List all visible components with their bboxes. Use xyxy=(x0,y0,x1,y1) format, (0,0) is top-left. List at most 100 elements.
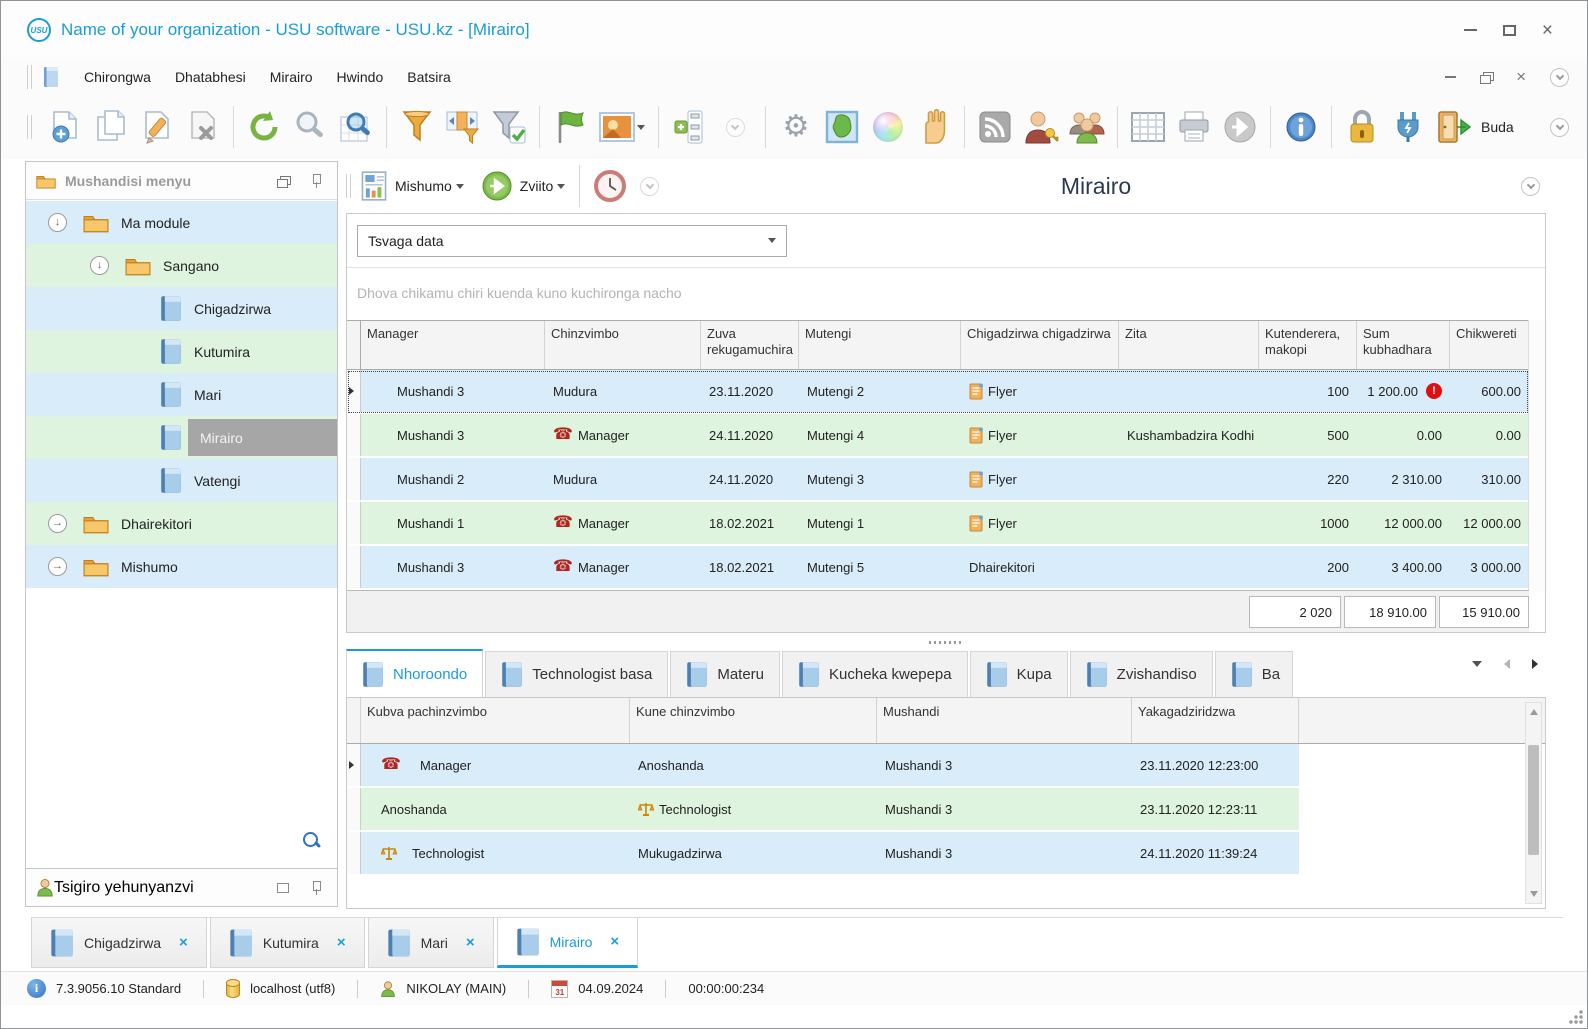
lock-button[interactable] xyxy=(1339,103,1385,151)
table-view-button[interactable] xyxy=(1125,103,1171,151)
column-header[interactable]: Chigadzirwa chigadzirwa xyxy=(961,321,1119,369)
scroll-thumb[interactable] xyxy=(1528,745,1539,855)
expander-expand-icon[interactable]: → xyxy=(48,557,67,576)
delete-record-button[interactable] xyxy=(180,103,226,151)
column-header[interactable]: Yakagadziridzwa xyxy=(1132,698,1299,743)
menu-grip[interactable] xyxy=(27,65,32,89)
tree-node-mari[interactable]: Mari xyxy=(26,373,337,416)
column-header[interactable]: Kune chinzvimbo xyxy=(630,698,877,743)
table-row[interactable]: Mushandi 1 ☎ Manager 18.02.2021 Mutengi 1… xyxy=(347,502,1529,546)
subtoolbar-grip[interactable] xyxy=(346,174,351,198)
menu-batsira[interactable]: Batsira xyxy=(395,63,463,91)
exit-button[interactable]: Buda xyxy=(1431,103,1518,151)
table-row[interactable]: Mushandi 3 ☎ Manager 24.11.2020 Mutengi 4… xyxy=(347,414,1529,458)
tab-technologist-basa[interactable]: Technologist basa xyxy=(485,651,669,697)
refresh-button[interactable] xyxy=(241,103,287,151)
print-button[interactable] xyxy=(1171,103,1217,151)
user-groups-button[interactable] xyxy=(1064,103,1110,151)
column-header[interactable]: Mutengi xyxy=(799,321,961,369)
pan-hand-button[interactable] xyxy=(911,103,957,151)
panel-float-button[interactable] xyxy=(277,175,291,188)
detail-scrollbar[interactable] xyxy=(1525,702,1542,904)
tree-node-ma-module[interactable]: ↓ Ma module xyxy=(26,201,337,244)
filter-button[interactable] xyxy=(394,103,440,151)
settings-button[interactable]: ⚙ xyxy=(773,103,819,151)
plugin-button[interactable] xyxy=(1385,103,1431,151)
column-header[interactable]: Chikwereti xyxy=(1450,321,1529,369)
tree-node-chigadzirwa[interactable]: Chigadzirwa xyxy=(26,287,337,330)
tab-scroll-right-icon[interactable] xyxy=(1532,659,1538,669)
search-combo[interactable]: Tsvaga data xyxy=(357,224,787,257)
tab-materu[interactable]: Materu xyxy=(670,651,781,697)
subtoolbar-overflow-button[interactable] xyxy=(640,176,660,196)
minimize-button[interactable] xyxy=(1463,29,1477,31)
expander-expand-icon[interactable]: → xyxy=(48,514,67,533)
tab-zvishandiso[interactable]: Zvishandiso xyxy=(1069,651,1213,697)
column-header[interactable]: Manager xyxy=(361,321,545,369)
info-button[interactable] xyxy=(1278,103,1324,151)
expander-collapse-icon[interactable]: ↓ xyxy=(48,213,67,232)
resize-grip[interactable] xyxy=(1569,1010,1583,1024)
user-permissions-button[interactable] xyxy=(1018,103,1064,151)
tree-node-kutumira[interactable]: Kutumira xyxy=(26,330,337,373)
splitter-handle[interactable] xyxy=(346,637,1546,647)
tab-nhoroondo[interactable]: Nhoroondo xyxy=(346,649,484,697)
column-header[interactable]: Kutenderera, makopi xyxy=(1259,321,1357,369)
table-row[interactable]: Mushandi 3 ☎ Manager 18.02.2021 Mutengi 5… xyxy=(347,546,1529,590)
tree-node-dhairekitori[interactable]: → Dhairekitori xyxy=(26,502,337,545)
expander-collapse-icon[interactable]: ↓ xyxy=(90,256,109,275)
toolbar-overflow-button[interactable] xyxy=(1550,117,1569,137)
child-restore-button[interactable] xyxy=(1480,72,1495,84)
tab-list-dropdown-icon[interactable] xyxy=(1472,661,1482,667)
child-close-button[interactable]: × xyxy=(1516,68,1526,85)
window-tab-mari[interactable]: Mari × xyxy=(367,918,494,968)
tab-close-icon[interactable]: × xyxy=(610,933,619,950)
menu-mirairo[interactable]: Mirairo xyxy=(258,63,325,91)
maximize-button[interactable] xyxy=(1502,24,1516,36)
panel-pin-button[interactable] xyxy=(311,173,321,188)
navigate-next-button[interactable] xyxy=(1217,103,1263,151)
reports-dropdown[interactable]: Mishumo xyxy=(361,171,464,201)
toolbar-more-button[interactable] xyxy=(712,103,758,151)
panel-pin-button[interactable] xyxy=(311,880,321,895)
window-tab-chigadzirwa[interactable]: Chigadzirwa × xyxy=(31,918,207,968)
menu-overflow-button[interactable] xyxy=(1550,67,1569,87)
copy-record-button[interactable] xyxy=(88,103,134,151)
table-row[interactable]: Mushandi 2 Mudura 24.11.2020 Mutengi 3 F… xyxy=(347,458,1529,502)
tab-truncated[interactable]: Ba xyxy=(1214,651,1293,697)
title-overflow-button[interactable] xyxy=(1521,176,1540,196)
menu-dhatabhesi[interactable]: Dhatabhesi xyxy=(163,63,258,91)
search-button[interactable] xyxy=(287,103,333,151)
window-tab-kutumira[interactable]: Kutumira × xyxy=(209,918,365,968)
column-header[interactable]: Mushandi xyxy=(877,698,1132,743)
row-expand-button[interactable] xyxy=(666,103,712,151)
color-theme-button[interactable] xyxy=(865,103,911,151)
child-minimize-button[interactable] xyxy=(1445,76,1457,78)
filter-apply-button[interactable] xyxy=(486,103,532,151)
tree-search-icon[interactable] xyxy=(303,832,321,850)
tab-close-icon[interactable]: × xyxy=(466,934,475,951)
table-row[interactable]: Mushandi 3 Mudura 23.11.2020 Mutengi 2 F… xyxy=(347,370,1529,414)
tree-node-mishumo[interactable]: → Mishumo xyxy=(26,545,337,588)
close-button[interactable]: × xyxy=(1542,21,1553,40)
tree-node-mirairo-selected[interactable]: Mirairo xyxy=(26,416,337,459)
image-view-button[interactable] xyxy=(593,103,651,151)
new-record-button[interactable] xyxy=(42,103,88,151)
tab-kucheka-kwepepa[interactable]: Kucheka kwepepa xyxy=(782,651,968,697)
table-row[interactable]: Technologist Mukugadzirwa Mushandi 3 24.… xyxy=(347,832,1545,876)
window-tab-mirairo[interactable]: Mirairo × xyxy=(496,918,639,968)
filter-columns-button[interactable] xyxy=(440,103,486,151)
column-header[interactable]: Sum kubhadhara xyxy=(1357,321,1450,369)
table-row[interactable]: Anoshanda Technologist Mushandi 3 23.11.… xyxy=(347,788,1545,832)
scroll-up-icon[interactable] xyxy=(1530,709,1538,715)
tab-kupa[interactable]: Kupa xyxy=(969,651,1068,697)
actions-dropdown[interactable]: Zviito xyxy=(482,171,566,201)
tree-node-sangano[interactable]: ↓ Sangano xyxy=(26,244,337,287)
scroll-down-icon[interactable] xyxy=(1530,891,1538,897)
menu-chirongwa[interactable]: Chirongwa xyxy=(72,63,163,91)
menu-hwindo[interactable]: Hwindo xyxy=(325,63,396,91)
edit-record-button[interactable] xyxy=(134,103,180,151)
grid-scrollbar[interactable] xyxy=(1528,320,1545,592)
column-header[interactable]: Kubva pachinzvimbo xyxy=(361,698,630,743)
tab-scroll-left-icon[interactable] xyxy=(1504,659,1510,669)
